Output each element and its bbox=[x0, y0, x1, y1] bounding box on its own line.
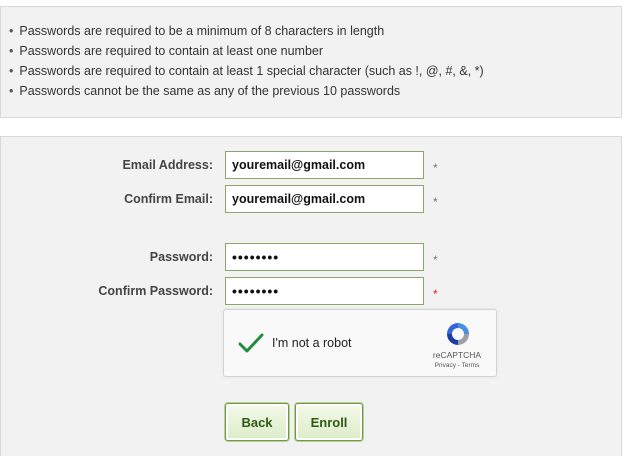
recaptcha-logo-icon bbox=[447, 323, 469, 345]
enrollment-form: Email Address: * Confirm Email: * Passwo… bbox=[0, 136, 622, 456]
confirm-password-input[interactable] bbox=[225, 277, 424, 305]
recaptcha-label: I'm not a robot bbox=[272, 336, 352, 350]
enroll-button[interactable]: Enroll bbox=[295, 403, 363, 441]
required-marker: * bbox=[433, 253, 438, 267]
password-label: Password: bbox=[149, 250, 213, 264]
required-marker-error: * bbox=[433, 287, 438, 301]
confirm-email-label: Confirm Email: bbox=[124, 192, 213, 206]
confirm-password-row: Confirm Password: * bbox=[1, 277, 623, 307]
confirm-email-row: Confirm Email: * bbox=[1, 185, 623, 215]
email-input[interactable] bbox=[225, 151, 424, 179]
required-marker: * bbox=[433, 195, 438, 209]
email-label: Email Address: bbox=[122, 158, 213, 172]
recaptcha-widget[interactable]: I'm not a robot reCAPTCHA Privacy - Term… bbox=[223, 309, 497, 377]
password-rules-list: Passwords are required to be a minimum o… bbox=[9, 21, 621, 101]
password-rule-item: Passwords are required to contain at lea… bbox=[9, 61, 621, 81]
password-rule-item: Passwords cannot be the same as any of t… bbox=[9, 81, 621, 101]
back-button[interactable]: Back bbox=[225, 403, 289, 441]
password-rule-item: Passwords are required to contain at lea… bbox=[9, 41, 621, 61]
email-row: Email Address: * bbox=[1, 151, 623, 181]
recaptcha-terms-link[interactable]: Privacy - Terms bbox=[424, 362, 490, 369]
password-rule-item: Passwords are required to be a minimum o… bbox=[9, 21, 621, 41]
password-row: Password: * bbox=[1, 243, 623, 273]
password-input[interactable] bbox=[225, 243, 424, 271]
confirm-password-label: Confirm Password: bbox=[98, 284, 213, 298]
confirm-email-input[interactable] bbox=[225, 185, 424, 213]
required-marker: * bbox=[433, 161, 438, 175]
password-rules-panel: Passwords are required to be a minimum o… bbox=[0, 6, 622, 118]
checkmark-icon[interactable] bbox=[238, 332, 264, 354]
recaptcha-brand: reCAPTCHA bbox=[432, 350, 482, 360]
